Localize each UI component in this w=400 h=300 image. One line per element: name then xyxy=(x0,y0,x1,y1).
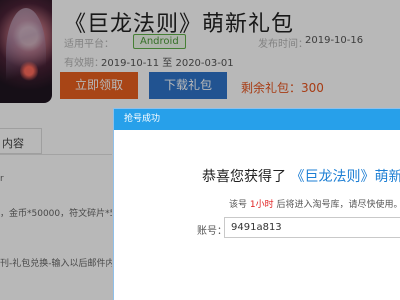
notice-time: 1小时 xyxy=(249,200,274,210)
notice-prefix: 该号 xyxy=(229,200,248,210)
claim-success-dialog: 抢号成功 恭喜您获得了 《巨龙法则》萌新 该号 1小时 后将进入淘号库，请尽快使… xyxy=(113,108,400,300)
expiry-notice: 该号 1小时 后将进入淘号库，请尽快使用。 xyxy=(229,197,400,210)
notice-suffix: 后将进入淘号库，请尽快使用。 xyxy=(276,200,400,210)
congrats-prefix: 恭喜您获得了 xyxy=(202,169,286,185)
congrats-message: 恭喜您获得了 《巨龙法则》萌新 xyxy=(202,166,400,186)
dialog-title: 抢号成功 xyxy=(114,109,400,130)
gift-code-field[interactable] xyxy=(224,217,400,238)
code-label: 账号： xyxy=(197,226,227,237)
congrats-game-name: 《巨龙法则》萌新 xyxy=(290,169,400,185)
